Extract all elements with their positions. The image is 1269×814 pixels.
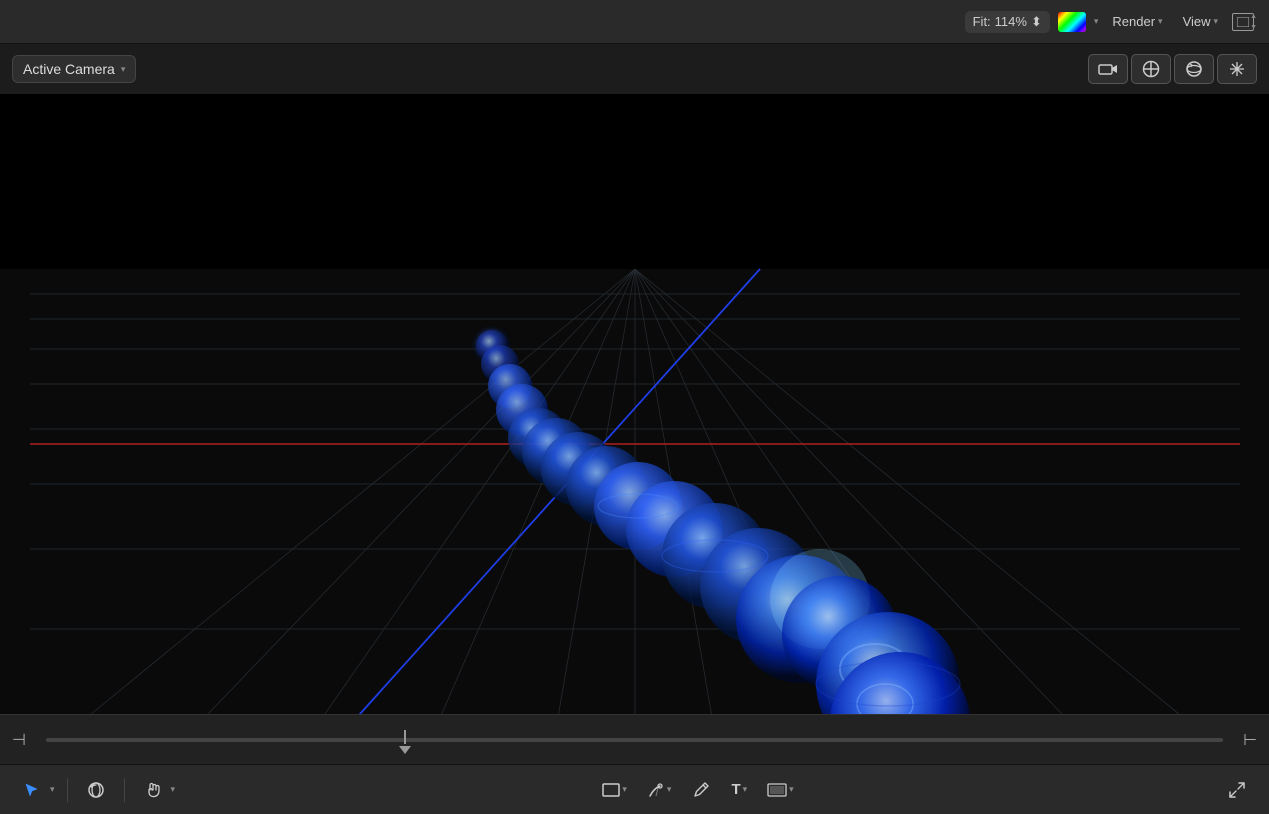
layout-tool-button[interactable] [1217, 54, 1257, 84]
color-picker-swatch[interactable] [1058, 12, 1086, 32]
layout-stepper[interactable]: ▲ ▼ [1250, 13, 1257, 31]
color-tool-group[interactable]: ▾ [761, 779, 800, 801]
orbit-tool-button[interactable] [80, 774, 112, 806]
fit-value: 114% [995, 14, 1027, 29]
move-tool-button[interactable] [1131, 54, 1171, 84]
render-dropdown[interactable]: Render ▾ [1106, 11, 1168, 32]
stepper-down[interactable]: ▼ [1250, 24, 1257, 31]
timeline-playhead[interactable] [399, 730, 411, 754]
pen-tool-arrow: ▾ [667, 784, 672, 795]
shape-tool-arrow: ▾ [622, 784, 627, 795]
separator-1 [67, 778, 68, 802]
camera-chevron: ▾ [121, 64, 126, 75]
orbit-tool-button[interactable] [1174, 54, 1214, 84]
stepper-up[interactable]: ▲ [1250, 13, 1257, 20]
top-toolbar: Fit: 114% ⬍ ▾ Render ▾ View ▾ ▲ ▼ [0, 0, 1269, 44]
viewport-tools-right [1088, 54, 1257, 84]
hand-tool-group: ▾ [137, 774, 176, 806]
scene-svg [0, 94, 1269, 764]
timeline-start-button[interactable]: ⊣ [12, 730, 26, 750]
camera-selector[interactable]: Active Camera ▾ [12, 55, 136, 83]
render-chevron: ▾ [1158, 16, 1163, 27]
select-tool-group: ▾ [16, 774, 55, 806]
separator-2 [124, 778, 125, 802]
bottom-toolbar: ▾ ▾ ▾ ▾ [0, 764, 1269, 814]
text-tool-arrow: ▾ [743, 784, 748, 795]
text-tool-icon: T [731, 781, 740, 798]
resize-tool-button[interactable] [1221, 774, 1253, 806]
pen-tool-group[interactable]: ▾ [641, 777, 678, 803]
timeline-end-button[interactable]: ⊢ [1243, 730, 1257, 750]
color-picker-chevron[interactable]: ▾ [1094, 16, 1099, 27]
render-label: Render [1112, 14, 1155, 29]
viewport-canvas[interactable]: ⊣ ⊢ [0, 94, 1269, 764]
timeline-bar: ⊣ ⊢ [0, 714, 1269, 764]
select-tool-arrow[interactable]: ▾ [50, 784, 55, 795]
camera-label: Active Camera [23, 61, 115, 77]
color-tool-arrow: ▾ [789, 784, 794, 795]
fit-label: Fit: [973, 14, 991, 29]
select-tool-button[interactable] [16, 774, 48, 806]
hand-tool-arrow[interactable]: ▾ [171, 784, 176, 795]
fit-control[interactable]: Fit: 114% ⬍ [965, 11, 1050, 33]
view-dropdown[interactable]: View ▾ [1177, 11, 1224, 32]
view-label: View [1183, 14, 1211, 29]
fit-chevron: ⬍ [1031, 14, 1042, 30]
text-tool-group[interactable]: T ▾ [725, 777, 753, 802]
hand-tool-button[interactable] [137, 774, 169, 806]
viewport-container: Active Camera ▾ [0, 44, 1269, 764]
view-chevron: ▾ [1214, 16, 1219, 27]
timeline-track[interactable] [46, 738, 1223, 742]
pencil-tool-button[interactable] [685, 774, 717, 806]
shape-tool-group[interactable]: ▾ [596, 779, 633, 801]
viewport-header: Active Camera ▾ [0, 44, 1269, 94]
layout-control[interactable]: ▲ ▼ [1232, 13, 1257, 31]
camera-tool-button[interactable] [1088, 54, 1128, 84]
